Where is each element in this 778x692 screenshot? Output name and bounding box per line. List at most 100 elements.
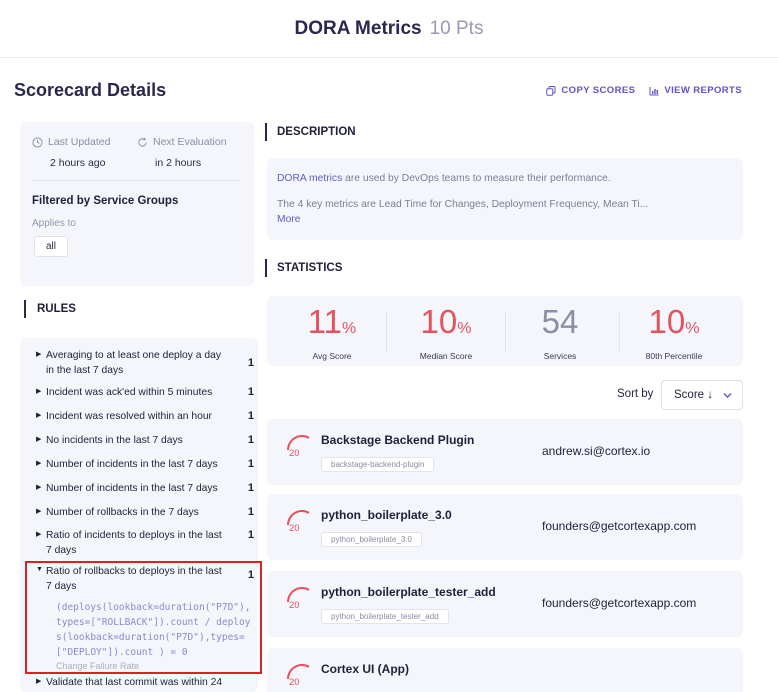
rule-item[interactable]: ▶ Averaging to at least one deploy a day… [36, 348, 254, 378]
description-card: DORA metrics are used by DevOps teams to… [267, 158, 743, 240]
rule-item[interactable]: ▶ Incident was resolved within an hour 1 [36, 409, 254, 424]
view-reports-button[interactable]: VIEW REPORTS [649, 85, 742, 96]
sort-select[interactable]: Score ↓ [661, 380, 743, 410]
sort-label: Sort by [617, 388, 654, 400]
stat-unit: % [685, 320, 700, 337]
description-text: are used by DevOps teams to measure thei… [342, 173, 611, 184]
rule-item[interactable]: ▶ Number of incidents in the last 7 days… [36, 457, 254, 472]
more-link[interactable]: More [277, 214, 300, 225]
stat-value: 10% [387, 304, 505, 347]
stat-label: Avg Score [312, 351, 352, 361]
applies-to-label: Applies to [32, 218, 76, 229]
caret-right-icon: ▶ [36, 508, 42, 515]
last-updated-value: 2 hours ago [50, 157, 106, 169]
stat-value: 11% [273, 304, 391, 347]
next-evaluation-label-row: Next Evaluation [137, 136, 242, 148]
caret-right-icon: ▶ [36, 388, 42, 395]
service-card[interactable]: 20 Cortex UI (App) [267, 648, 743, 692]
rule-item[interactable]: ▶ Ratio of incidents to deploys in the l… [36, 528, 254, 558]
top-bar: DORA Metrics 10 Pts [0, 0, 778, 58]
rule-count: 1 [247, 357, 254, 369]
service-card[interactable]: 20 python_boilerplate_3.0 python_boilerp… [267, 494, 743, 560]
stat-unit: % [457, 320, 472, 337]
service-name: python_boilerplate_3.0 [321, 508, 452, 522]
service-group-chip[interactable]: all [34, 236, 69, 257]
filter-title: Filtered by Service Groups [32, 195, 179, 207]
description-line: DORA metrics are used by DevOps teams to… [277, 173, 611, 184]
rule-count: 1 [247, 434, 254, 446]
service-tag: backstage-backend-plugin [321, 457, 435, 472]
highlight-box [25, 561, 262, 674]
service-card[interactable]: 20 python_boilerplate_tester_add python_… [267, 571, 743, 637]
rule-label: No incidents in the last 7 days [46, 435, 183, 446]
service-card[interactable]: 20 Backstage Backend Plugin backstage-ba… [267, 419, 743, 485]
stat-label: 80th Percentile [645, 351, 703, 361]
description-header: DESCRIPTION [265, 123, 356, 141]
divider [32, 180, 240, 181]
service-name: Cortex UI (App) [321, 662, 409, 676]
header-actions: COPY SCORES VIEW REPORTS [546, 85, 742, 96]
stat-number: 54 [541, 303, 579, 340]
copy-scores-label: COPY SCORES [561, 85, 636, 96]
rule-label: Averaging to at least one deploy a day i… [46, 350, 221, 376]
next-evaluation-label: Next Evaluation [153, 136, 227, 148]
rule-count: 1 [247, 482, 254, 494]
stat-number: 10 [420, 303, 458, 340]
evaluation-info: Last Updated 2 hours ago Next Evaluation… [32, 136, 242, 169]
last-updated: Last Updated 2 hours ago [32, 136, 137, 169]
caret-right-icon: ▶ [36, 678, 42, 685]
stat-number: 11 [307, 303, 343, 340]
service-tag: python_boilerplate_tester_add [321, 609, 449, 624]
last-updated-label: Last Updated [48, 136, 111, 148]
rule-count: 1 [247, 506, 254, 518]
stat-median-score: 10% Median Score [387, 304, 505, 362]
last-updated-label-row: Last Updated [32, 136, 137, 148]
rule-item[interactable]: ▶ Number of rollbacks in the 7 days 1 [36, 505, 254, 520]
next-evaluation-value: in 2 hours [155, 157, 202, 169]
scorecard-info-card: Last Updated 2 hours ago Next Evaluation… [20, 122, 254, 286]
chevron-down-icon [723, 393, 732, 398]
dora-metrics-link[interactable]: DORA metrics [277, 173, 342, 184]
copy-scores-button[interactable]: COPY SCORES [546, 85, 635, 96]
description-text-2: The 4 key metrics are Lead Time for Chan… [277, 199, 649, 210]
rule-item[interactable]: ▶ Validate that last commit was within 2… [36, 675, 254, 690]
rule-label: Number of incidents in the last 7 days [46, 459, 218, 470]
clock-icon [32, 136, 43, 148]
caret-right-icon: ▶ [36, 436, 42, 443]
rule-label: Validate that last commit was within 24 [46, 677, 223, 688]
service-score: 20 [289, 448, 300, 459]
stat-number: 10 [648, 303, 686, 340]
caret-right-icon: ▶ [36, 412, 42, 419]
stat-unit: % [342, 320, 357, 337]
service-owner: andrew.si@cortex.io [542, 444, 651, 458]
rule-item[interactable]: ▶ Number of incidents in the last 7 days… [36, 481, 254, 496]
service-name: python_boilerplate_tester_add [321, 585, 496, 599]
service-name: Backstage Backend Plugin [321, 433, 475, 447]
stat-label: Services [543, 351, 577, 361]
stat-services: 54 Services [501, 304, 619, 362]
rule-item[interactable]: ▶ No incidents in the last 7 days 1 [36, 433, 254, 448]
scorecard-name: DORA Metrics [294, 17, 422, 39]
caret-right-icon: ▶ [36, 351, 42, 358]
rule-count: 1 [247, 458, 254, 470]
stat-80th-percentile: 10% 80th Percentile [615, 303, 733, 362]
caret-right-icon: ▶ [36, 460, 42, 467]
rule-count: 1 [247, 386, 254, 398]
refresh-icon [138, 137, 147, 147]
rule-count: 1 [247, 410, 254, 422]
page-title: Scorecard Details [14, 80, 167, 100]
service-tag: python_boilerplate_3.0 [321, 532, 422, 547]
service-score: 20 [289, 600, 300, 611]
bar-chart-icon [649, 86, 659, 95]
page: DORA Metrics 10 Pts Scorecard Details CO… [0, 0, 778, 692]
statistics-card: 11% Avg Score 10% Median Score 54 Servic… [267, 296, 743, 366]
rule-label: Number of incidents in the last 7 days [46, 483, 218, 494]
rule-item[interactable]: ▶ Incident was ack'ed within 5 minutes 1 [36, 385, 254, 400]
rule-label: Incident was ack'ed within 5 minutes [46, 387, 213, 398]
service-score: 20 [289, 523, 300, 534]
next-evaluation: Next Evaluation in 2 hours [137, 136, 242, 169]
caret-right-icon: ▶ [36, 484, 42, 491]
rule-label: Incident was resolved within an hour [46, 411, 212, 422]
stat-value: 54 [501, 304, 619, 347]
view-reports-label: VIEW REPORTS [664, 85, 742, 96]
